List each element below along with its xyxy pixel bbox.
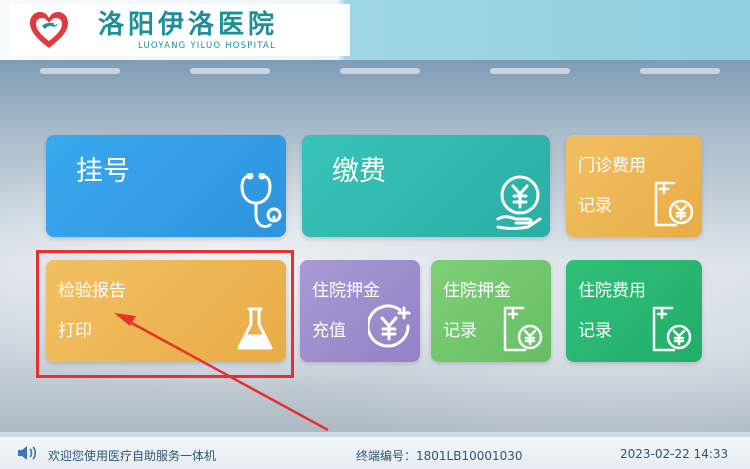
logo-title-cn: 洛阳伊洛医院 bbox=[98, 10, 279, 40]
yuan-document-icon bbox=[503, 306, 543, 352]
yuan-coin-hand-icon bbox=[496, 175, 542, 230]
status-bar: 欢迎您使用医疗自助服务一体机 终端编号：1801LB10001030 2023-… bbox=[0, 436, 750, 469]
speaker-icon bbox=[18, 446, 37, 460]
yuan-plus-icon bbox=[368, 304, 411, 348]
header-bar: 洛阳伊洛医院 LUOYANG YILUO HOSPITAL bbox=[0, 0, 750, 60]
deposit-topup-label-line1: 住院押金 bbox=[312, 281, 380, 301]
outpatient-fee-record-tile[interactable]: 门诊费用 记录 bbox=[566, 135, 702, 237]
inpatient-deposit-record-tile[interactable]: 住院押金 记录 bbox=[431, 260, 551, 362]
inpatient-fee-record-tile[interactable]: 住院费用 记录 bbox=[566, 260, 702, 362]
outpatient-fee-label-line1: 门诊费用 bbox=[578, 156, 646, 176]
registration-label: 挂号 bbox=[76, 156, 130, 187]
terminal-number: 终端编号：1801LB10001030 bbox=[356, 449, 523, 463]
welcome-message: 欢迎您使用医疗自助服务一体机 bbox=[48, 449, 217, 463]
payment-label: 缴费 bbox=[332, 156, 386, 187]
deposit-topup-label-line2: 充值 bbox=[312, 321, 346, 341]
heart-bird-logo-icon bbox=[30, 12, 68, 48]
yuan-document-icon bbox=[654, 181, 694, 227]
deposit-record-label-line1: 住院押金 bbox=[443, 281, 511, 301]
datetime: 2023-02-22 14:33 bbox=[620, 447, 729, 461]
inpatient-fee-label-line1: 住院费用 bbox=[578, 281, 646, 301]
inpatient-deposit-topup-tile[interactable]: 住院押金 充值 bbox=[300, 260, 420, 362]
registration-tile[interactable]: 挂号 bbox=[46, 135, 286, 237]
payment-tile[interactable]: 缴费 bbox=[302, 135, 550, 237]
deposit-record-label-line2: 记录 bbox=[443, 321, 477, 341]
inpatient-fee-label-line2: 记录 bbox=[578, 321, 612, 341]
yuan-document-icon bbox=[652, 306, 692, 352]
logo-title-en: LUOYANG YILUO HOSPITAL bbox=[138, 41, 276, 51]
hospital-logo: 洛阳伊洛医院 LUOYANG YILUO HOSPITAL bbox=[10, 4, 350, 56]
outpatient-fee-label-line2: 记录 bbox=[578, 196, 612, 216]
highlight-box bbox=[36, 250, 294, 378]
stethoscope-icon bbox=[240, 173, 282, 229]
